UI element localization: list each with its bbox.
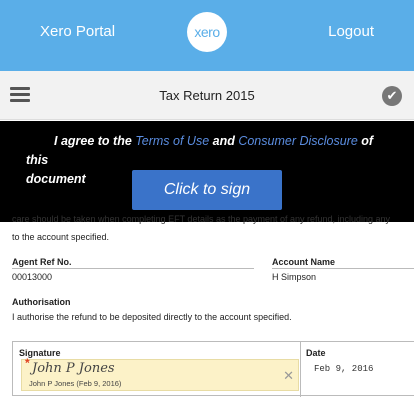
account-specified-text: to the account specified. <box>12 232 110 242</box>
xero-logo: xero <box>187 12 227 52</box>
signature-table: Signature * John P Jones John P Jones (F… <box>12 341 414 397</box>
checkmark-circle-icon[interactable]: ✔ <box>382 86 402 106</box>
required-marker: * <box>25 356 30 370</box>
document-content: care should be taken when completing EFT… <box>0 214 414 403</box>
account-name-label: Account Name <box>272 257 336 267</box>
signature-meta: John P Jones (Feb 9, 2016) <box>29 379 122 388</box>
logout-link[interactable]: Logout <box>328 23 374 40</box>
cut-off-text: care should be taken when completing EFT… <box>12 214 391 224</box>
column-divider <box>300 342 301 397</box>
agent-ref-value: 00013000 <box>12 272 53 282</box>
portal-title[interactable]: Xero Portal <box>40 23 115 40</box>
date-value: Feb 9, 2016 <box>314 364 374 374</box>
consumer-disclosure-link[interactable]: Consumer Disclosure <box>238 134 357 148</box>
agent-ref-underline <box>12 268 254 269</box>
consent-banner: I agree to the Terms of Use and Consumer… <box>0 121 414 222</box>
authorisation-text: I authorise the refund to be deposited d… <box>12 312 292 322</box>
agent-ref-label: Agent Ref No. <box>12 257 72 267</box>
account-name-value: H Simpson <box>272 272 317 282</box>
top-bar: Xero Portal xero Logout <box>0 0 414 71</box>
document-title: Tax Return 2015 <box>159 88 255 103</box>
terms-of-use-link[interactable]: Terms of Use <box>135 134 209 148</box>
date-label: Date <box>306 348 326 358</box>
signature-field[interactable]: * John P Jones John P Jones (Feb 9, 2016… <box>21 356 299 391</box>
account-name-underline <box>272 268 414 269</box>
close-icon[interactable]: ✕ <box>283 368 294 384</box>
signature-script: John P Jones <box>32 361 115 376</box>
document-bar: Tax Return 2015 ✔ <box>0 71 414 120</box>
click-to-sign-button[interactable]: Click to sign <box>132 170 282 210</box>
authorisation-label: Authorisation <box>12 297 71 307</box>
